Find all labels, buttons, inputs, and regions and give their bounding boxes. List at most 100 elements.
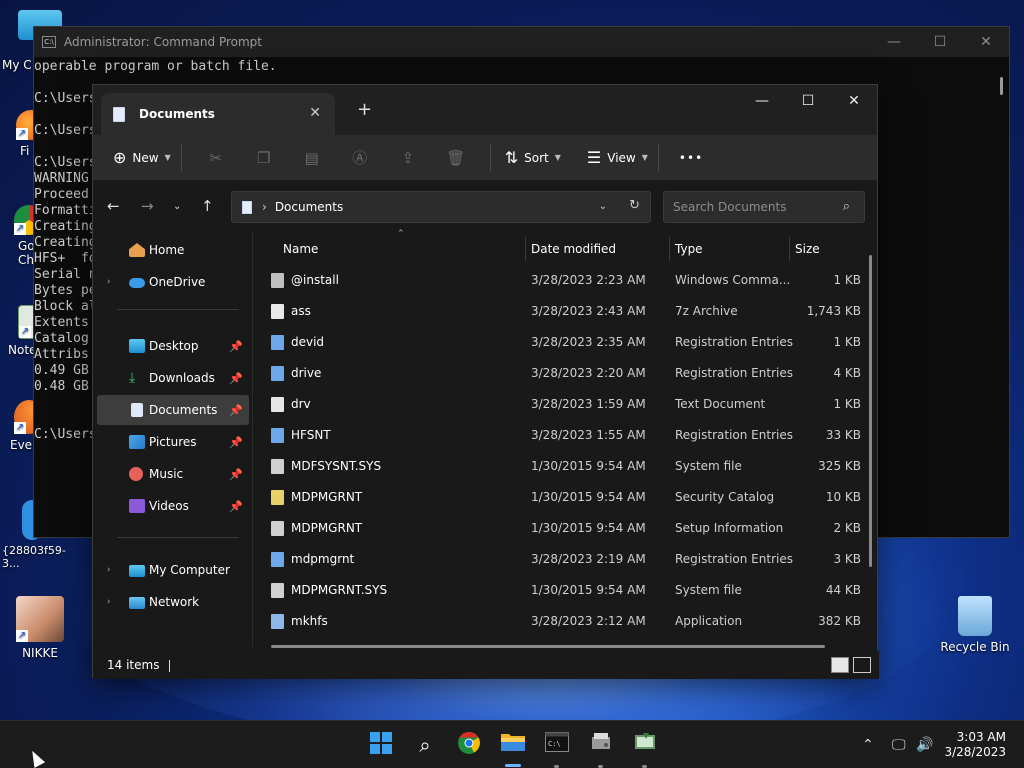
chevron-down-icon[interactable]: ⌄ bbox=[599, 201, 607, 212]
new-button[interactable]: ⊕ New ▼ bbox=[113, 142, 171, 174]
sidebar-item-label: My Computer bbox=[149, 563, 230, 577]
file-row[interactable]: drv 3/28/2023 1:59 AM Text Document 1 KB bbox=[269, 389, 865, 420]
pin-icon[interactable]: 📌 bbox=[229, 340, 243, 353]
file-date: 3/28/2023 2:23 AM bbox=[531, 273, 646, 287]
sidebar-item-my-computer[interactable]: › My Computer bbox=[97, 555, 249, 585]
delete-icon[interactable]: 🗑 bbox=[432, 149, 480, 167]
file-row[interactable]: @install 3/28/2023 2:23 AM Windows Comma..… bbox=[269, 265, 865, 296]
installer-icon[interactable] bbox=[587, 731, 615, 759]
network-icon[interactable]: 🖵 bbox=[892, 721, 906, 768]
file-row[interactable]: HFSNT 3/28/2023 1:55 AM Registration Entri… bbox=[269, 420, 865, 451]
breadcrumb[interactable]: Documents bbox=[275, 200, 343, 214]
sort-button[interactable]: ⇅ Sort ▼ bbox=[505, 142, 561, 174]
forward-icon[interactable]: → bbox=[141, 197, 154, 215]
column-divider[interactable] bbox=[525, 237, 526, 261]
search-placeholder: Search Documents bbox=[673, 200, 787, 214]
horizontal-scrollbar[interactable] bbox=[271, 645, 825, 648]
file-date: 3/28/2023 2:43 AM bbox=[531, 304, 646, 318]
column-divider[interactable] bbox=[669, 237, 670, 261]
column-header-size[interactable]: Size bbox=[795, 237, 820, 261]
chevron-right-icon[interactable]: › bbox=[107, 565, 111, 575]
sidebar-item-pictures[interactable]: Pictures 📌 bbox=[97, 427, 249, 457]
document-icon bbox=[113, 106, 125, 122]
column-header-name[interactable]: Name bbox=[283, 237, 318, 261]
column-header-date[interactable]: Date modified bbox=[531, 237, 616, 261]
sort-icon: ⇅ bbox=[504, 148, 519, 167]
file-row[interactable]: MDPMGRNT 1/30/2015 9:54 AM Setup Informati… bbox=[269, 513, 865, 544]
close-icon[interactable]: ✕ bbox=[963, 27, 1009, 57]
view-button[interactable]: ☰ View ▼ bbox=[587, 142, 648, 174]
terminal-icon[interactable]: C:\ bbox=[543, 731, 571, 759]
desktop-icon-nikke[interactable]: ↗ NIKKE bbox=[0, 596, 80, 660]
search-input[interactable]: Search Documents ⌕ bbox=[663, 191, 865, 223]
file-row[interactable]: mdpmgrnt 3/28/2023 2:19 AM Registration En… bbox=[269, 544, 865, 575]
address-bar[interactable]: › Documents ⌄ ↻ bbox=[231, 191, 651, 223]
sidebar-item-label: Videos bbox=[149, 499, 189, 513]
file-row[interactable]: MDPMGRNT.SYS 1/30/2015 9:54 AM System file… bbox=[269, 575, 865, 606]
volume-icon[interactable]: 🔊 bbox=[916, 721, 933, 768]
paste-icon[interactable]: ▤ bbox=[288, 149, 336, 167]
sidebar-item-home[interactable]: Home bbox=[97, 235, 249, 265]
sidebar-item-downloads[interactable]: ⤓ Downloads 📌 bbox=[97, 363, 249, 393]
more-options-button[interactable]: ••• bbox=[679, 142, 703, 174]
desktop-icon-label: {28803f59-3... bbox=[2, 544, 66, 570]
back-icon[interactable]: ← bbox=[107, 197, 120, 215]
start-icon[interactable] bbox=[367, 731, 395, 759]
close-icon[interactable]: ✕ bbox=[831, 85, 877, 117]
chrome-icon[interactable] bbox=[455, 731, 483, 759]
chevron-right-icon[interactable]: › bbox=[107, 277, 111, 287]
refresh-icon[interactable]: ↻ bbox=[629, 198, 640, 213]
pin-icon[interactable]: 📌 bbox=[229, 500, 243, 513]
onedrive-icon bbox=[129, 278, 145, 288]
new-tab-icon[interactable]: + bbox=[357, 99, 372, 120]
sidebar-item-network[interactable]: › Network bbox=[97, 587, 249, 617]
sidebar-splitter[interactable] bbox=[252, 231, 253, 647]
tiles-view-icon[interactable] bbox=[853, 657, 871, 673]
file-row[interactable]: ass 3/28/2023 2:43 AM 7z Archive 1,743 KB bbox=[269, 296, 865, 327]
minimize-icon[interactable]: — bbox=[739, 85, 785, 117]
sidebar-item-desktop[interactable]: Desktop 📌 bbox=[97, 331, 249, 361]
sidebar-item-label: Downloads bbox=[149, 371, 215, 385]
cmd-scrollbar[interactable] bbox=[1000, 77, 1003, 95]
file-icon bbox=[271, 459, 284, 474]
file-explorer-icon[interactable] bbox=[499, 731, 527, 759]
pin-icon[interactable]: 📌 bbox=[229, 372, 243, 385]
maximize-icon[interactable]: ☐ bbox=[785, 85, 831, 117]
column-divider[interactable] bbox=[789, 237, 790, 261]
file-row[interactable]: MDFSYSNT.SYS 1/30/2015 9:54 AM System file… bbox=[269, 451, 865, 482]
recent-locations-icon[interactable]: ⌄ bbox=[173, 201, 181, 212]
pin-icon[interactable]: 📌 bbox=[229, 436, 243, 449]
file-date: 1/30/2015 9:54 AM bbox=[531, 583, 646, 597]
up-icon[interactable]: ↑ bbox=[201, 197, 214, 215]
pin-icon[interactable]: 📌 bbox=[229, 468, 243, 481]
file-row[interactable]: devid 3/28/2023 2:35 AM Registration Entri… bbox=[269, 327, 865, 358]
file-row[interactable]: MDPMGRNT 1/30/2015 9:54 AM Security Catalo… bbox=[269, 482, 865, 513]
copy-icon[interactable]: ❐ bbox=[240, 149, 288, 167]
close-tab-icon[interactable]: ✕ bbox=[309, 105, 321, 121]
sidebar-item-videos[interactable]: Videos 📌 bbox=[97, 491, 249, 521]
sidebar-item-onedrive[interactable]: › OneDrive bbox=[97, 267, 249, 297]
desktop-icon-recycle-bin[interactable]: Recycle Bin bbox=[935, 596, 1015, 654]
explorer-window[interactable]: Documents ✕ + — ☐ ✕ ⊕ New ▼ ✂ ❐ ▤ Ⓐ ⇪ 🗑 … bbox=[92, 84, 879, 679]
pin-icon[interactable]: 📌 bbox=[229, 404, 243, 417]
app-icon[interactable] bbox=[631, 731, 659, 759]
cut-icon[interactable]: ✂ bbox=[192, 149, 240, 167]
chevron-right-icon[interactable]: › bbox=[107, 597, 111, 607]
cmd-titlebar[interactable]: C:\ Administrator: Command Prompt — ☐ ✕ bbox=[34, 27, 1009, 57]
sidebar-item-music[interactable]: Music 📌 bbox=[97, 459, 249, 489]
share-icon[interactable]: ⇪ bbox=[384, 149, 432, 167]
maximize-icon[interactable]: ☐ bbox=[917, 27, 963, 57]
details-view-icon[interactable] bbox=[831, 657, 849, 673]
rename-icon[interactable]: Ⓐ bbox=[336, 147, 384, 168]
sidebar-item-documents[interactable]: Documents 📌 bbox=[97, 395, 249, 425]
file-row[interactable]: drive 3/28/2023 2:20 AM Registration Entri… bbox=[269, 358, 865, 389]
minimize-icon[interactable]: — bbox=[871, 27, 917, 57]
tab-documents[interactable]: Documents ✕ bbox=[101, 93, 335, 135]
vertical-scrollbar[interactable] bbox=[869, 255, 872, 567]
clock[interactable]: 3:03 AM 3/28/2023 bbox=[944, 730, 1006, 760]
sidebar-item-label: Music bbox=[149, 467, 184, 481]
column-header-type[interactable]: Type bbox=[675, 237, 703, 261]
search-icon[interactable]: ⌕ bbox=[411, 731, 439, 759]
file-row[interactable]: mkhfs 3/28/2023 2:12 AM Application 382 KB bbox=[269, 606, 865, 637]
chevron-up-icon[interactable]: ⌃ bbox=[862, 721, 874, 768]
